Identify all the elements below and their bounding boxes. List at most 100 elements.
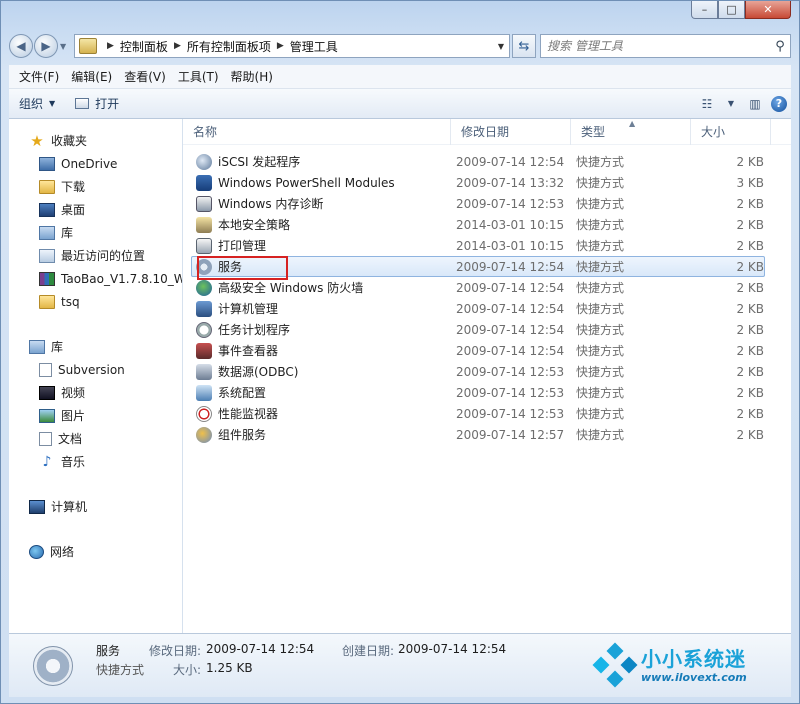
menu-help[interactable]: 帮助(H) (225, 68, 279, 85)
file-row[interactable]: 计算机管理 2009-07-14 12:54 快捷方式 2 KB (191, 298, 765, 319)
sidebar-item-taobao[interactable]: TaoBao_V1.7.8.10_Wi (9, 267, 182, 290)
file-row[interactable]: iSCSI 发起程序 2009-07-14 12:54 快捷方式 2 KB (191, 151, 765, 172)
help-button[interactable]: ? (767, 93, 791, 115)
sidebar-item-network[interactable]: 网络 (9, 540, 182, 563)
chevron-right-icon[interactable]: ▶ (277, 41, 284, 51)
forward-button[interactable]: ▶ (34, 34, 58, 58)
sidebar-item-pictures[interactable]: 图片 (9, 404, 182, 427)
sidebar-item-tsq[interactable]: tsq (9, 290, 182, 313)
preview-pane-button[interactable]: ▥ (743, 93, 767, 115)
menu-edit[interactable]: 编辑(E) (65, 68, 118, 85)
view-dropdown-button[interactable]: ▼ (719, 93, 743, 115)
sidebar-item-videos[interactable]: 视频 (9, 381, 182, 404)
file-type: 快捷方式 (576, 197, 625, 211)
sidebar-item-label: tsq (61, 294, 80, 309)
computer-icon (29, 499, 45, 514)
details-created-value: 2009-07-14 12:54 (398, 642, 507, 656)
folder-icon (39, 294, 55, 309)
details-size-value: 1.25 KB (206, 661, 253, 675)
address-dropdown-icon[interactable]: ▼ (493, 35, 509, 57)
search-box[interactable]: ⚲ (540, 34, 791, 58)
column-header-modified[interactable]: 修改日期 (451, 118, 571, 145)
sidebar-item-documents[interactable]: 文档 (9, 427, 182, 450)
chevron-down-icon: ▼ (49, 99, 56, 108)
file-modified: 2009-07-14 12:53 (456, 196, 565, 211)
file-row[interactable]: 事件查看器 2009-07-14 12:54 快捷方式 2 KB (191, 340, 765, 361)
sidebar-item-desktop[interactable]: 桌面 (9, 198, 182, 221)
file-size: 2 KB (736, 364, 764, 379)
sidebar-item-downloads[interactable]: 下载 (9, 175, 182, 198)
breadcrumb-all-items[interactable]: 所有控制面板项 (187, 38, 271, 55)
breadcrumb-control-panel[interactable]: 控制面板 (120, 38, 168, 55)
refresh-icon: ⇆ (518, 38, 530, 54)
file-row[interactable]: 服务 2009-07-14 12:54 快捷方式 2 KB (191, 256, 765, 277)
organize-button[interactable]: 组织 ▼ (9, 92, 65, 116)
maximize-button[interactable]: □ (718, 1, 745, 19)
help-icon: ? (771, 95, 787, 112)
file-name: 数据源(ODBC) (218, 365, 299, 379)
file-row[interactable]: 打印管理 2014-03-01 10:15 快捷方式 2 KB (191, 235, 765, 256)
sidebar-item-label: 下载 (61, 180, 86, 194)
sidebar-item-label: TaoBao_V1.7.8.10_Wi (61, 271, 183, 286)
file-type: 快捷方式 (576, 428, 625, 442)
performance-monitor-icon (196, 405, 212, 422)
video-icon (39, 385, 55, 400)
back-button[interactable]: ◀ (9, 34, 33, 58)
file-size: 2 KB (736, 427, 764, 442)
file-row[interactable]: 组件服务 2009-07-14 12:57 快捷方式 2 KB (191, 424, 765, 445)
file-row[interactable]: 任务计划程序 2009-07-14 12:54 快捷方式 2 KB (191, 319, 765, 340)
file-size: 2 KB (736, 154, 764, 169)
sidebar-item-label: OneDrive (61, 156, 118, 171)
downloads-folder-icon (39, 179, 55, 194)
menu-view[interactable]: 查看(V) (118, 68, 172, 85)
sidebar-item-onedrive[interactable]: OneDrive (9, 152, 182, 175)
documents-icon (39, 431, 52, 446)
file-row[interactable]: 数据源(ODBC) 2009-07-14 12:53 快捷方式 2 KB (191, 361, 765, 382)
file-name: 本地安全策略 (218, 218, 291, 232)
open-button[interactable]: 打开 (65, 92, 129, 116)
column-header-size[interactable]: 大小 (691, 118, 771, 145)
view-options-button[interactable]: ☷ (695, 93, 719, 115)
file-row[interactable]: 本地安全策略 2014-03-01 10:15 快捷方式 2 KB (191, 214, 765, 235)
file-name: Windows PowerShell Modules (218, 175, 395, 190)
file-row[interactable]: 性能监视器 2009-07-14 12:53 快捷方式 2 KB (191, 403, 765, 424)
menu-tools[interactable]: 工具(T) (172, 68, 225, 85)
breadcrumb-admin-tools[interactable]: 管理工具 (290, 38, 338, 55)
address-bar[interactable]: ▶ 控制面板 ▶ 所有控制面板项 ▶ 管理工具 ▼ (74, 34, 510, 58)
sidebar-item-library[interactable]: 库 (9, 221, 182, 244)
search-icon[interactable]: ⚲ (770, 39, 790, 54)
sidebar-item-libraries[interactable]: 库 (9, 335, 182, 358)
onedrive-icon (39, 156, 55, 171)
recent-pages-dropdown[interactable]: ▼ (60, 42, 70, 51)
file-name-cell: 本地安全策略 (192, 216, 454, 233)
file-row[interactable]: Windows 内存诊断 2009-07-14 12:53 快捷方式 2 KB (191, 193, 765, 214)
file-name-cell: iSCSI 发起程序 (192, 153, 454, 170)
navigation-bar: ◀ ▶ ▼ ▶ 控制面板 ▶ 所有控制面板项 ▶ 管理工具 ▼ ⇆ ⚲ (9, 33, 791, 59)
file-modified: 2009-07-14 12:54 (456, 154, 565, 169)
sidebar-item-computer[interactable]: 计算机 (9, 495, 182, 518)
close-button[interactable]: ✕ (745, 1, 791, 19)
menu-file[interactable]: 文件(F) (13, 68, 65, 85)
refresh-button[interactable]: ⇆ (512, 34, 536, 58)
file-row[interactable]: 高级安全 Windows 防火墙 2009-07-14 12:54 快捷方式 2 KB (191, 277, 765, 298)
file-row[interactable]: Windows PowerShell Modules 2009-07-14 13:… (191, 172, 765, 193)
file-name-cell: 计算机管理 (192, 300, 454, 317)
file-size: 2 KB (736, 238, 764, 253)
sidebar-item-label: 图片 (61, 409, 86, 423)
sidebar-item-recent-places[interactable]: 最近访问的位置 (9, 244, 182, 267)
sidebar-item-music[interactable]: ♪ 音乐 (9, 450, 182, 473)
file-row[interactable]: 系统配置 2009-07-14 12:53 快捷方式 2 KB (191, 382, 765, 403)
chevron-right-icon[interactable]: ▶ (107, 41, 114, 51)
chevron-right-icon[interactable]: ▶ (174, 41, 181, 51)
event-viewer-icon (196, 342, 212, 359)
file-size: 2 KB (736, 343, 764, 358)
sidebar-item-label: 网络 (50, 545, 75, 559)
column-header-name[interactable]: 名称 (183, 118, 451, 145)
file-name: Windows 内存诊断 (218, 197, 324, 211)
sidebar-item-favorites[interactable]: ★ 收藏夹 (9, 129, 182, 152)
sidebar-item-subversion[interactable]: Subversion (9, 358, 182, 381)
minimize-button[interactable]: – (691, 1, 718, 19)
file-name: 性能监视器 (218, 407, 279, 421)
watermark: 小小系统迷 www.ilovext.com (592, 641, 785, 691)
search-input[interactable] (547, 36, 770, 56)
